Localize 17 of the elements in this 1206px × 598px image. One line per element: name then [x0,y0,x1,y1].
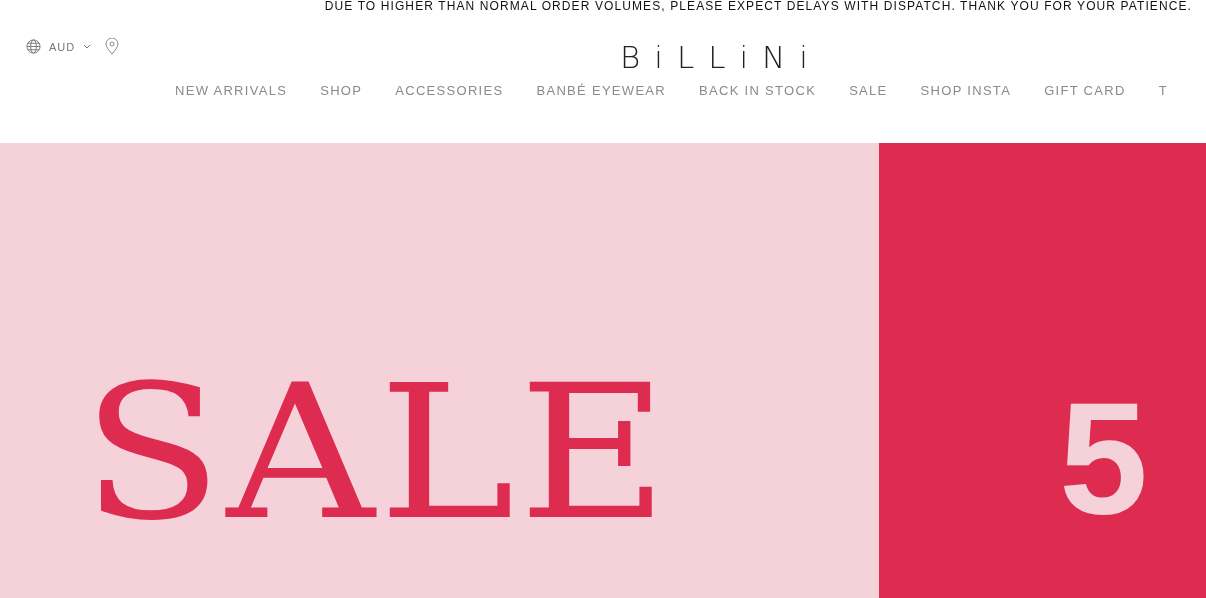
chevron-icon [83,44,92,49]
nav-link[interactable]: SHOP [320,83,363,98]
currency-selector[interactable]: AUD [49,40,92,53]
nav-link[interactable]: BANBÉ EYEWEAR [536,83,667,98]
brand-logo[interactable]: BiLLiNi [620,42,822,72]
nav-link[interactable]: ACCESSORIES [395,83,504,98]
sale-headline: SALE [82,361,673,546]
nav-link[interactable]: NEW ARRIVALS [175,83,288,98]
nav-link[interactable]: GIFT CARD [1044,83,1126,98]
location-pin-icon[interactable] [105,38,120,55]
nav-link[interactable]: SALE [849,83,888,98]
announcement-text: DUE TO HIGHER THAN NORMAL ORDER VOLUMES, PLEASE EXPECT DELAYS WITH DISPATCH. THANK YOU FOR YOUR PATIENCE. [324,0,1192,14]
nav-link[interactable]: SHOP INSTA [920,83,1012,98]
discount-figure: 5 [1059,393,1148,523]
nav-link[interactable]: BACK IN STOCK [699,83,817,98]
globe-icon[interactable] [26,39,41,54]
nav-link[interactable]: T [1158,83,1168,98]
